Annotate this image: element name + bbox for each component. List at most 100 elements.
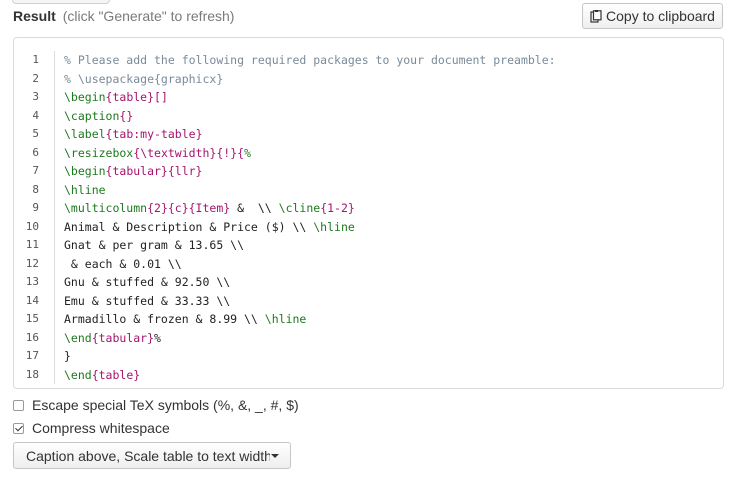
- code-line: 7 \begin{tabular}{llr}: [14, 162, 723, 181]
- code-token: \hline: [64, 182, 106, 197]
- caption-scale-select[interactable]: Caption above, Scale table to text width…: [13, 442, 291, 469]
- code-token: Animal & Description & Price ($) \\: [64, 219, 314, 234]
- code-line: 5 \label{tab:my-table}: [14, 125, 723, 144]
- code-token: {tabular}: [91, 330, 155, 345]
- line-number: 18: [25, 367, 39, 381]
- code-line: 14 Emu & stuffed & 33.33 \\: [14, 292, 723, 311]
- code-token: }: [64, 349, 71, 363]
- line-number: 17: [25, 349, 39, 362]
- code-line: 6 \resizebox{\textwidth}{!}{%: [14, 144, 723, 163]
- compress-option[interactable]: Compress whitespace: [13, 420, 170, 436]
- code-line: 9 \multicolumn{2}{c}{Item} & \\ \cline{1-…: [14, 199, 723, 218]
- code-text: Gnu & stuffed & 92.50 \\: [44, 273, 230, 292]
- code-token: \textwidth: [140, 145, 210, 160]
- code-line: 17}: [14, 347, 723, 366]
- code-token: \caption: [64, 108, 120, 123]
- refresh-hint: (click "Generate" to refresh): [62, 8, 235, 24]
- code-token: {table}: [105, 90, 155, 104]
- compress-checkbox[interactable]: [13, 422, 24, 434]
- code-token: Emu & stuffed & 33.33 \\: [64, 293, 231, 308]
- caption-scale-value: Caption above, Scale table to text width…: [26, 447, 270, 464]
- code-line: 3 \begin{table}[]: [14, 88, 723, 107]
- code-token: \begin: [64, 90, 106, 104]
- code-token: \resizebox: [64, 145, 134, 160]
- code-token: }{!}{: [209, 145, 245, 160]
- code-token: {table}: [91, 367, 141, 382]
- code-text: \hline: [44, 181, 106, 200]
- code-text: \caption{}: [44, 107, 133, 126]
- code-line: 12 & each & 0.01 \\: [14, 255, 723, 274]
- code-text: Emu & stuffed & 33.33 \\: [44, 292, 230, 311]
- escape-label: Escape special TeX symbols (%, &, _, #, …: [32, 397, 299, 413]
- code-text: \end{table}: [44, 366, 140, 385]
- code-text: \begin{tabular}{llr}: [44, 162, 202, 181]
- line-number: 7: [32, 164, 39, 177]
- line-number: 14: [25, 293, 39, 307]
- code-line: 4 \caption{}: [14, 107, 723, 126]
- code-line: 11 Gnat & per gram & 13.65 \\: [14, 236, 723, 255]
- code-token: }: [195, 127, 203, 141]
- code-line: 1 % Please add the following required pac…: [14, 51, 723, 70]
- code-token: & \\: [230, 201, 279, 215]
- code-token: \end: [64, 367, 92, 382]
- code-token: \label: [64, 127, 106, 141]
- line-number: 10: [25, 219, 39, 233]
- code-text: Animal & Description & Price ($) \\ \hli…: [44, 218, 355, 237]
- code-token: % \usepackage{graphicx}: [64, 71, 224, 86]
- code-text: \begin{table}[]: [44, 88, 168, 107]
- escape-option[interactable]: Escape special TeX symbols (%, &, _, #, …: [13, 397, 299, 413]
- code-token: Gnu & stuffed & 92.50 \\: [64, 275, 231, 289]
- code-token: \end: [64, 330, 92, 345]
- latex-code-editor[interactable]: 1 % Please add the following required pac…: [13, 37, 724, 389]
- code-token: Gnat & per gram & 13.65 \\: [64, 238, 245, 252]
- line-number: 16: [25, 330, 39, 344]
- code-token: {}: [119, 108, 134, 123]
- code-token: []: [154, 90, 168, 104]
- escape-checkbox[interactable]: [13, 399, 24, 411]
- code-token: {tabular}: [105, 164, 168, 178]
- code-line: 15 Armadillo & frozen & 8.99 \\ \hline: [14, 310, 723, 329]
- line-number: 1: [32, 53, 39, 66]
- code-line: 13 Gnu & stuffed & 92.50 \\: [14, 273, 723, 292]
- code-token: \multicolumn: [64, 201, 148, 215]
- code-text: % \usepackage{graphicx}: [44, 70, 223, 89]
- code-line: 18 \end{table}: [14, 366, 723, 385]
- copy-to-clipboard-button[interactable]: Copy to clipboard: [582, 3, 723, 29]
- compress-label: Compress whitespace: [32, 420, 170, 436]
- code-token: \cline: [278, 201, 321, 215]
- line-number: 11: [25, 238, 39, 251]
- code-token: {1-2}: [320, 201, 355, 215]
- code-token: & each & 0.01 \\: [64, 256, 182, 271]
- result-header: Result (click "Generate" to refresh): [13, 8, 234, 24]
- line-number: 6: [32, 145, 39, 159]
- clipboard-icon: [590, 9, 602, 23]
- line-number: 3: [32, 90, 39, 103]
- code-text: \resizebox{\textwidth}{!}{%: [44, 144, 251, 163]
- line-number: 4: [32, 108, 39, 122]
- line-number: 9: [32, 201, 39, 214]
- code-text: }: [44, 347, 71, 366]
- result-title: Result: [13, 8, 56, 24]
- code-token: % Please add the following required pack…: [64, 53, 556, 67]
- line-number: 2: [32, 71, 39, 85]
- code-text: \multicolumn{2}{c}{Item} & \\ \cline{1-2…: [44, 199, 355, 218]
- code-token: \begin: [64, 164, 106, 178]
- code-line: 10 Animal & Description & Price ($) \\ \h…: [14, 218, 723, 237]
- line-number: 5: [32, 127, 39, 140]
- code-token: \hline: [264, 312, 307, 326]
- code-token: tab:my-table: [112, 127, 196, 141]
- previous-panel-edge: [12, 0, 110, 4]
- code-token: {2}{c}{Item}: [147, 201, 231, 215]
- code-text: \end{tabular}%: [44, 329, 161, 348]
- line-number: 12: [25, 256, 39, 270]
- code-token: \hline: [313, 219, 355, 234]
- code-line: 8 \hline: [14, 181, 723, 200]
- code-text: & each & 0.01 \\: [44, 255, 182, 274]
- code-text: Gnat & per gram & 13.65 \\: [44, 236, 244, 255]
- code-line: 2 % \usepackage{graphicx}: [14, 70, 723, 89]
- code-token: Armadillo & frozen & 8.99 \\: [64, 312, 265, 326]
- code-line: 16 \end{tabular}%: [14, 329, 723, 348]
- line-number: 8: [32, 182, 39, 196]
- code-token: %: [244, 145, 251, 160]
- code-token: %: [154, 330, 161, 345]
